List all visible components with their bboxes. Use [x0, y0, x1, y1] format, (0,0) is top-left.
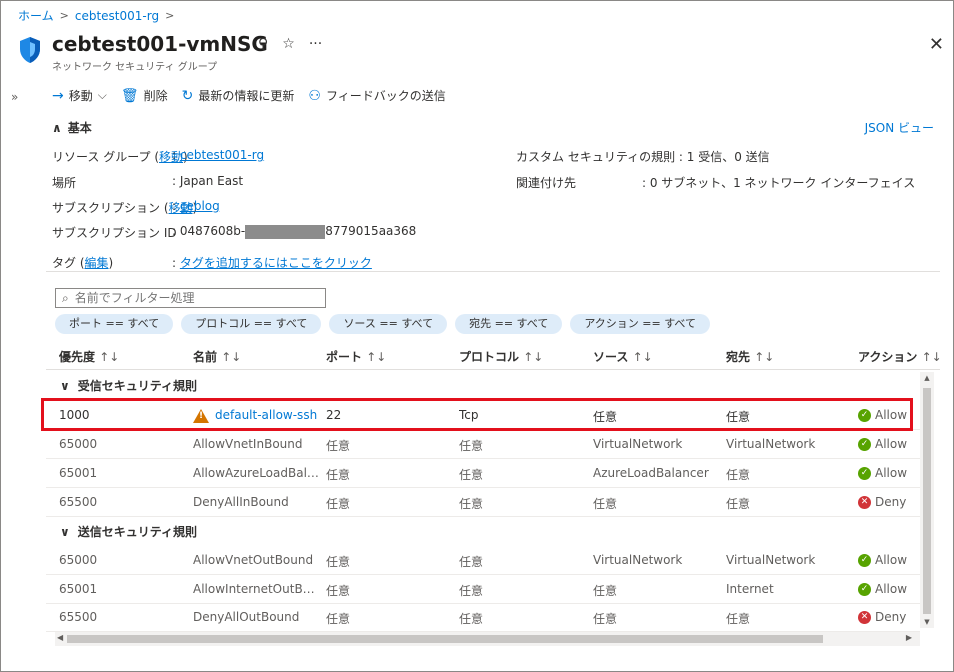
horizontal-scrollbar[interactable]: ◀ ▶ — [55, 632, 920, 646]
breadcrumb-home[interactable]: ホーム — [18, 7, 54, 24]
check-icon: ✓ — [858, 553, 871, 567]
add-tags-link[interactable]: タグを追加するにはここをクリック — [180, 256, 372, 270]
chevron-up-icon: ∧ — [52, 120, 62, 135]
redacted-block — [245, 224, 326, 239]
table-row[interactable]: 65500 DenyAllOutBound 任意 任意 任意 任意 ✕ Deny — [46, 603, 920, 632]
column-destination[interactable]: 宛先 ↑↓ — [726, 348, 774, 365]
check-icon: ✓ — [858, 437, 871, 451]
page-title: cebtest001-vmNSG — [52, 32, 268, 56]
title-actions: ⚲ ☆ ··· — [258, 36, 322, 52]
divider — [46, 271, 940, 272]
search-icon: ⌕ — [62, 290, 69, 305]
column-port[interactable]: ポート ↑↓ — [326, 348, 386, 365]
filter-pill-action[interactable]: アクション == すべて — [570, 314, 710, 334]
scroll-thumb[interactable] — [923, 388, 931, 614]
table-row[interactable]: 65001 AllowInternetOutBound 任意 任意 任意 Int… — [46, 575, 920, 604]
edit-tags-link[interactable]: 編集 — [85, 256, 109, 270]
table-row[interactable]: 65001 AllowAzureLoadBalan... 任意 任意 Azure… — [46, 459, 920, 488]
table-row[interactable]: 65000 AllowVnetOutBound 任意 任意 VirtualNet… — [46, 546, 920, 575]
sort-icon: ↑↓ — [221, 350, 242, 364]
arrow-right-icon: → — [52, 87, 64, 104]
scroll-left-icon[interactable]: ◀ — [57, 633, 63, 642]
shield-icon — [20, 37, 40, 63]
page-subtitle: ネットワーク セキュリティ グループ — [52, 62, 218, 73]
table-row[interactable]: 65000 AllowVnetInBound 任意 任意 VirtualNetw… — [46, 430, 920, 459]
filter-pill-protocol[interactable]: プロトコル == すべて — [181, 314, 322, 334]
filter-pill-source[interactable]: ソース == すべて — [329, 314, 448, 334]
feedback-icon: ⚇ — [308, 87, 321, 104]
subscription-link[interactable]: ceblog — [180, 199, 220, 213]
delete-button[interactable]: 🗑 削除 — [121, 87, 168, 104]
column-name[interactable]: 名前 ↑↓ — [193, 348, 241, 365]
refresh-icon: ↻ — [181, 87, 194, 104]
prop-tags: タグ (編集) : タグを追加するにはここをクリック — [52, 256, 372, 270]
table-row[interactable]: 65500 DenyAllInBound 任意 任意 任意 任意 ✕ Deny — [46, 488, 920, 517]
rules-table-header: 優先度 ↑↓ 名前 ↑↓ ポート ↑↓ プロトコル ↑↓ ソース ↑↓ 宛先 ↑… — [46, 342, 942, 370]
breadcrumb-resource-group[interactable]: cebtest001-rg — [75, 9, 159, 23]
chevron-down-icon: ∨ — [60, 378, 70, 393]
prop-associated: 関連付け先 : 0 サブネット、1 ネットワーク インターフェイス — [516, 176, 916, 190]
sort-icon: ↑↓ — [523, 350, 544, 364]
scroll-right-icon[interactable]: ▶ — [906, 633, 912, 642]
resource-group-link[interactable]: cebtest001-rg — [180, 148, 264, 162]
sort-icon: ↑↓ — [921, 350, 942, 364]
prop-resource-group: リソース グループ (移動) : cebtest001-rg — [52, 148, 265, 164]
command-bar: → 移動 ⌵ 🗑 削除 ↻ 最新の情報に更新 ⚇ フィードバックの送信 — [52, 87, 446, 104]
scroll-down-icon[interactable]: ▼ — [920, 618, 934, 626]
deny-icon: ✕ — [858, 610, 871, 624]
chevron-right-icon: > — [165, 9, 175, 22]
prop-subscription-id: サブスクリプション ID : 0487608b- 8779015aa368 — [52, 224, 417, 240]
highlight-box — [41, 398, 913, 431]
star-icon[interactable]: ☆ — [282, 36, 295, 52]
column-protocol[interactable]: プロトコル ↑↓ — [459, 348, 543, 365]
chevron-down-icon: ∨ — [60, 524, 70, 539]
sort-icon: ↑↓ — [366, 350, 387, 364]
chevron-right-icon: > — [59, 9, 69, 22]
essentials-toggle[interactable]: ∧ 基本 — [52, 119, 92, 136]
scroll-up-icon[interactable]: ▲ — [920, 374, 934, 382]
refresh-button[interactable]: ↻ 最新の情報に更新 — [182, 87, 295, 104]
deny-icon: ✕ — [858, 495, 871, 509]
column-priority[interactable]: 優先度 ↑↓ — [59, 348, 119, 365]
filter-pills: ポート == すべて プロトコル == すべて ソース == すべて 宛先 ==… — [55, 314, 710, 334]
scroll-thumb[interactable] — [67, 635, 823, 643]
prop-custom-rules: カスタム セキュリティの規則 : 1 受信、0 送信 — [516, 150, 770, 164]
filter-box[interactable]: ⌕ — [55, 288, 326, 308]
prop-subscription: サブスクリプション (移動) : ceblog — [52, 199, 220, 215]
expand-sidebar-icon[interactable]: » — [11, 90, 18, 104]
filter-input[interactable] — [74, 291, 305, 305]
column-source[interactable]: ソース ↑↓ — [593, 348, 653, 365]
move-button[interactable]: → 移動 ⌵ — [52, 87, 107, 104]
more-icon[interactable]: ··· — [309, 36, 322, 52]
filter-pill-port[interactable]: ポート == すべて — [55, 314, 174, 334]
check-icon: ✓ — [858, 582, 871, 596]
vertical-scrollbar[interactable]: ▲ ▼ — [920, 372, 934, 628]
filter-pill-destination[interactable]: 宛先 == すべて — [455, 314, 563, 334]
group-outbound[interactable]: ∨ 送信セキュリティ規則 — [60, 523, 197, 540]
json-view-link[interactable]: JSON ビュー — [865, 119, 934, 136]
pin-icon[interactable]: ⚲ — [258, 36, 268, 52]
breadcrumb: ホーム > cebtest001-rg > — [18, 7, 174, 24]
resource-header: cebtest001-vmNSG ネットワーク セキュリティ グループ ⚲ ☆ … — [18, 32, 944, 73]
prop-location: 場所 : Japan East — [52, 174, 244, 190]
feedback-button[interactable]: ⚇ フィードバックの送信 — [308, 87, 445, 104]
check-icon: ✓ — [858, 466, 871, 480]
sort-icon: ↑↓ — [754, 350, 775, 364]
chevron-down-icon: ⌵ — [97, 88, 107, 102]
group-inbound[interactable]: ∨ 受信セキュリティ規則 — [60, 377, 197, 394]
sort-icon: ↑↓ — [632, 350, 653, 364]
close-icon[interactable]: ✕ — [929, 34, 944, 55]
column-action[interactable]: アクション ↑↓ — [858, 348, 942, 365]
sort-icon: ↑↓ — [99, 350, 120, 364]
trash-icon: 🗑 — [120, 87, 139, 104]
